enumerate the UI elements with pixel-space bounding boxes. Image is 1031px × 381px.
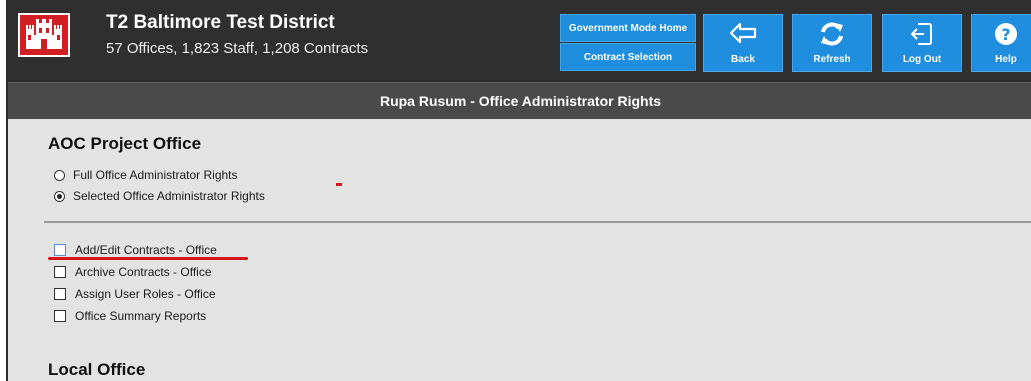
back-arrow-icon [704,21,782,48]
checkbox-label: Add/Edit Contracts - Office [75,243,217,257]
contract-selection-button[interactable]: Contract Selection [560,43,696,71]
radio-full-office-admin-rights[interactable]: Full Office Administrator Rights [54,166,238,184]
app-subtitle: 57 Offices, 1,823 Staff, 1,208 Contracts [106,40,369,57]
page-title: Rupa Rusum - Office Administrator Rights [8,82,1031,119]
refresh-button[interactable]: Refresh [792,14,872,72]
checkbox-archive-contracts-office[interactable]: Archive Contracts - Office [54,263,212,281]
svg-text:?: ? [1001,25,1010,44]
checkbox[interactable] [54,244,66,256]
annotation-mark [336,183,342,186]
back-label: Back [731,54,755,65]
checkbox-assign-user-roles-office[interactable]: Assign User Roles - Office [54,285,216,303]
header-bar: T2 Baltimore Test District 57 Offices, 1… [8,0,1031,82]
radio-label: Full Office Administrator Rights [73,168,238,182]
back-button[interactable]: Back [703,14,783,72]
government-mode-home-button[interactable]: Government Mode Home [560,14,696,42]
checkbox-label: Assign User Roles - Office [75,287,216,301]
logout-label: Log Out [902,54,942,65]
checkbox[interactable] [54,288,66,300]
section-heading-local-office: Local Office [48,360,146,379]
logout-icon [883,21,961,50]
app-title: T2 Baltimore Test District [106,12,335,33]
checkbox[interactable] [54,310,66,322]
help-icon: ? [972,21,1031,50]
radio-selected-office-admin-rights[interactable]: Selected Office Administrator Rights [54,187,265,205]
app-window: T2 Baltimore Test District 57 Offices, 1… [6,0,1031,381]
checkbox-label: Office Summary Reports [75,309,207,323]
help-label: Help [995,54,1017,65]
radio-button-selected[interactable] [54,190,65,202]
castle-icon [18,13,70,57]
help-button[interactable]: ? Help [971,14,1031,72]
refresh-icon [793,21,871,50]
radio-button[interactable] [54,169,65,181]
logout-button[interactable]: Log Out [882,14,962,72]
checkbox-office-summary-reports[interactable]: Office Summary Reports [54,307,206,325]
checkbox[interactable] [54,266,66,278]
refresh-label: Refresh [813,54,851,65]
section-divider [44,221,1031,223]
checkbox-label: Archive Contracts - Office [75,265,212,279]
annotation-underline [48,257,248,260]
section-heading-aoc-project-office: AOC Project Office [48,134,202,153]
radio-label: Selected Office Administrator Rights [73,189,265,203]
